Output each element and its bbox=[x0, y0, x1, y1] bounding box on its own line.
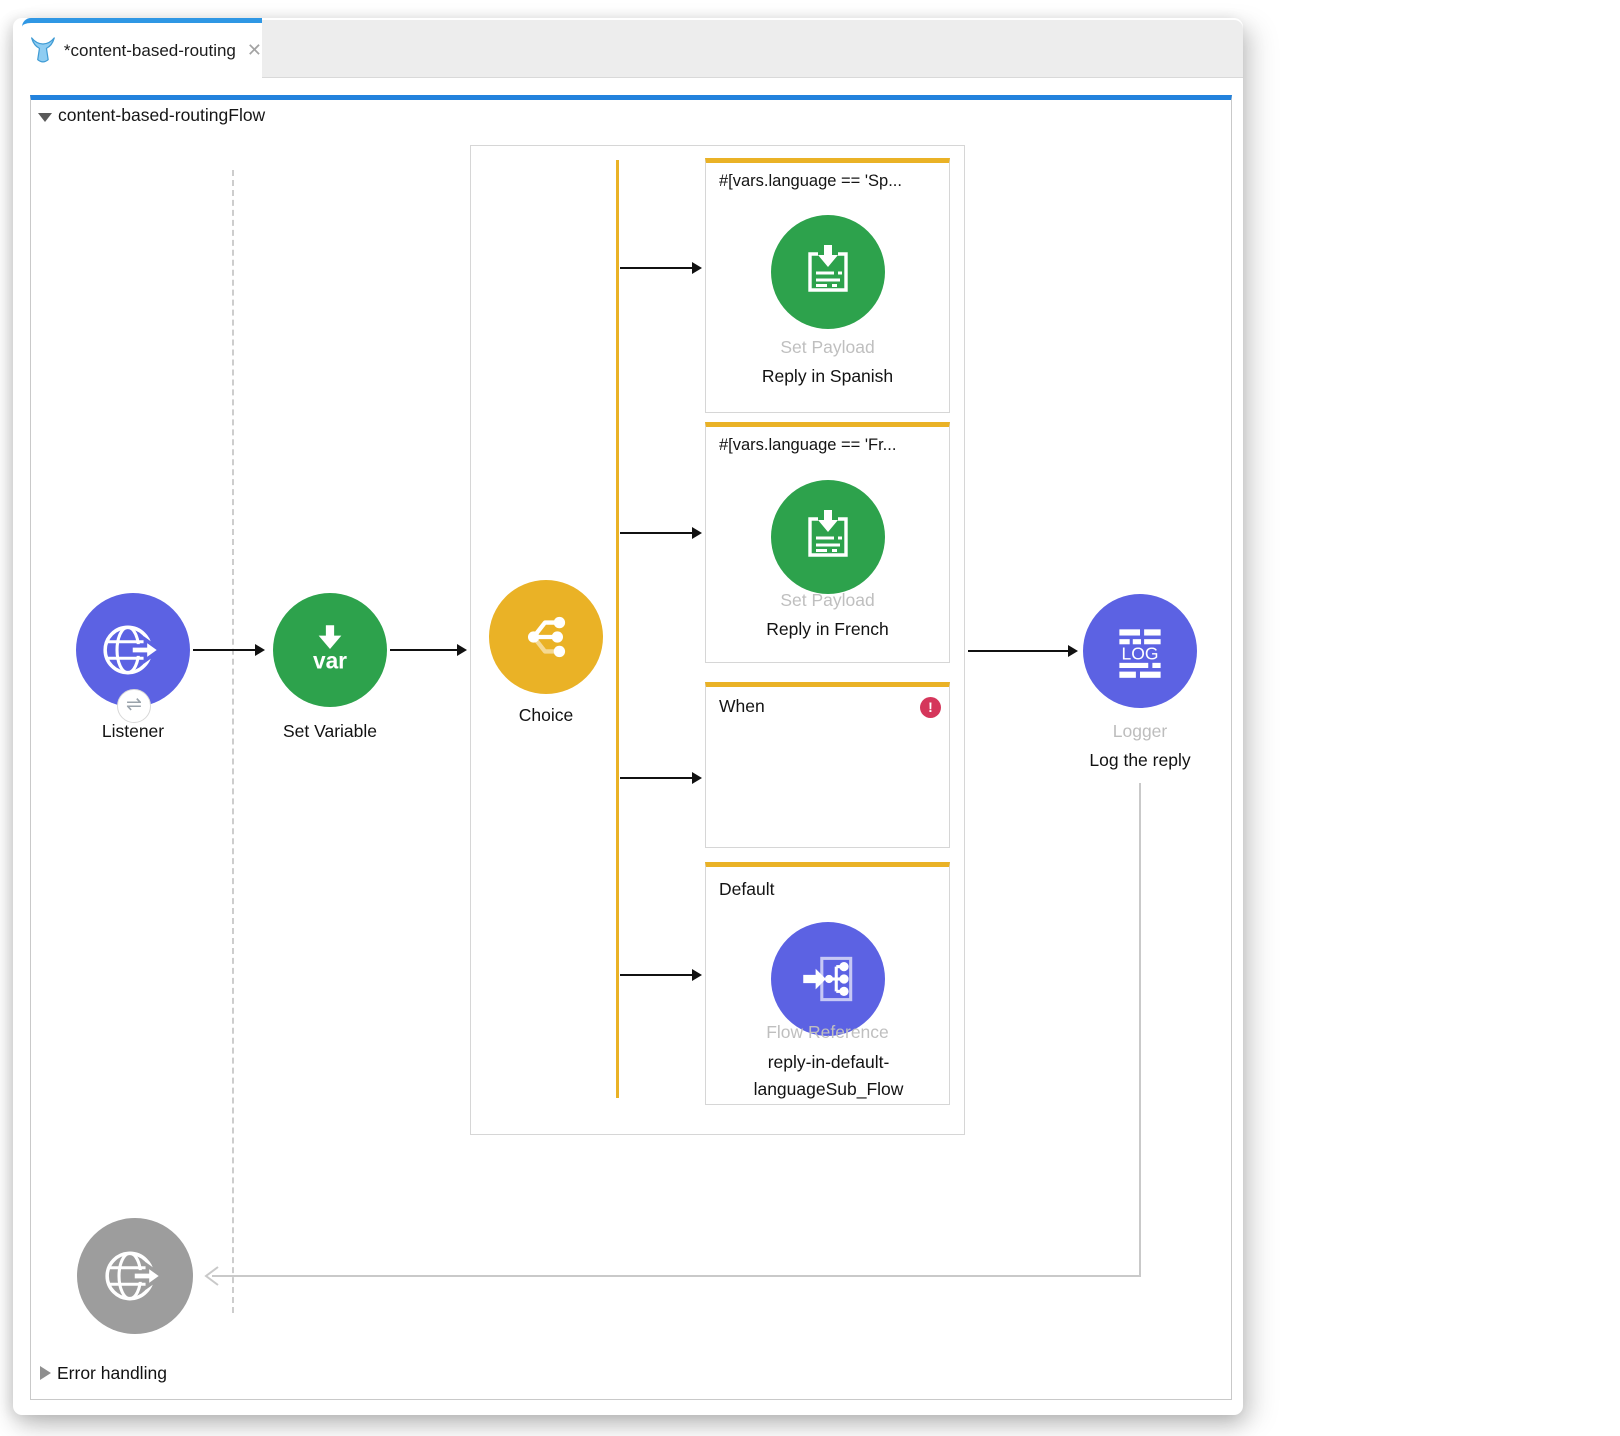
connector-arrow bbox=[620, 267, 693, 269]
component-type-label: Flow Reference bbox=[706, 1022, 949, 1043]
set-variable-label: Set Variable bbox=[230, 721, 430, 742]
listener-label: Listener bbox=[33, 721, 233, 742]
flow-title: content-based-routingFlow bbox=[58, 105, 265, 126]
default-branch[interactable]: Default Flow Reference reply-in-default-… bbox=[705, 862, 950, 1105]
expand-error-handling-icon[interactable] bbox=[40, 1366, 51, 1380]
svg-text:var: var bbox=[313, 648, 347, 674]
exchange-icon[interactable]: ⇌ bbox=[117, 689, 151, 723]
choice-node[interactable] bbox=[489, 580, 603, 694]
connector-arrow bbox=[620, 777, 693, 779]
connector-arrow bbox=[390, 649, 458, 651]
globe-arrow-icon bbox=[102, 1243, 168, 1309]
mule-logo-icon bbox=[29, 37, 57, 65]
when-branch-french[interactable]: #[vars.language == 'Fr... Set Payload Re… bbox=[705, 422, 950, 663]
set-payload-node[interactable] bbox=[771, 480, 885, 594]
connector-arrow bbox=[968, 650, 1069, 652]
tab-strip bbox=[262, 20, 1243, 78]
component-doc-name: Reply in Spanish bbox=[706, 366, 949, 387]
when-branch-empty[interactable]: When ! bbox=[705, 682, 950, 848]
response-arrowhead-icon bbox=[202, 1264, 222, 1288]
set-payload-icon bbox=[796, 240, 860, 304]
set-variable-node[interactable]: var bbox=[273, 593, 387, 707]
tab-title: *content-based-routing bbox=[64, 41, 236, 61]
when-expression: #[vars.language == 'Sp... bbox=[719, 172, 902, 191]
collapse-flow-icon[interactable] bbox=[38, 113, 52, 122]
logger-icon: LOG bbox=[1107, 618, 1173, 684]
error-handling-label: Error handling bbox=[57, 1363, 167, 1384]
when-branch-spanish[interactable]: #[vars.language == 'Sp... Set Payload Re… bbox=[705, 158, 950, 413]
flow-editor-canvas: *content-based-routing ✕ content-based-r… bbox=[0, 0, 1620, 1436]
when-expression: #[vars.language == 'Fr... bbox=[719, 436, 896, 455]
connector-arrow bbox=[620, 532, 693, 534]
globe-arrow-icon bbox=[100, 617, 166, 683]
flow-reference-icon bbox=[795, 946, 861, 1012]
choice-branch-icon bbox=[513, 604, 579, 670]
set-payload-icon bbox=[796, 505, 860, 569]
tab-content-based-routing[interactable]: *content-based-routing ✕ bbox=[22, 18, 262, 78]
when-label: When bbox=[719, 696, 765, 717]
logger-doc-name: Log the reply bbox=[1040, 750, 1240, 771]
error-icon[interactable]: ! bbox=[920, 697, 941, 718]
response-line bbox=[1139, 783, 1141, 1277]
component-doc-name: Reply in French bbox=[706, 619, 949, 640]
connector-arrow bbox=[620, 974, 693, 976]
component-type-label: Set Payload bbox=[706, 337, 949, 358]
response-line bbox=[212, 1275, 1140, 1277]
component-type-label: Set Payload bbox=[706, 590, 949, 611]
close-icon[interactable]: ✕ bbox=[247, 40, 262, 61]
set-variable-icon: var bbox=[297, 617, 363, 683]
connector-arrow bbox=[193, 649, 256, 651]
flow-reference-node[interactable] bbox=[771, 922, 885, 1036]
router-branch-line bbox=[616, 160, 619, 1098]
response-endpoint-node[interactable] bbox=[77, 1218, 193, 1334]
component-doc-name: reply-in-default-languageSub_Flow bbox=[718, 1049, 939, 1103]
svg-text:LOG: LOG bbox=[1122, 643, 1159, 663]
logger-label: Logger bbox=[1040, 721, 1240, 742]
set-payload-node[interactable] bbox=[771, 215, 885, 329]
default-label: Default bbox=[719, 879, 774, 900]
logger-node[interactable]: LOG bbox=[1083, 594, 1197, 708]
